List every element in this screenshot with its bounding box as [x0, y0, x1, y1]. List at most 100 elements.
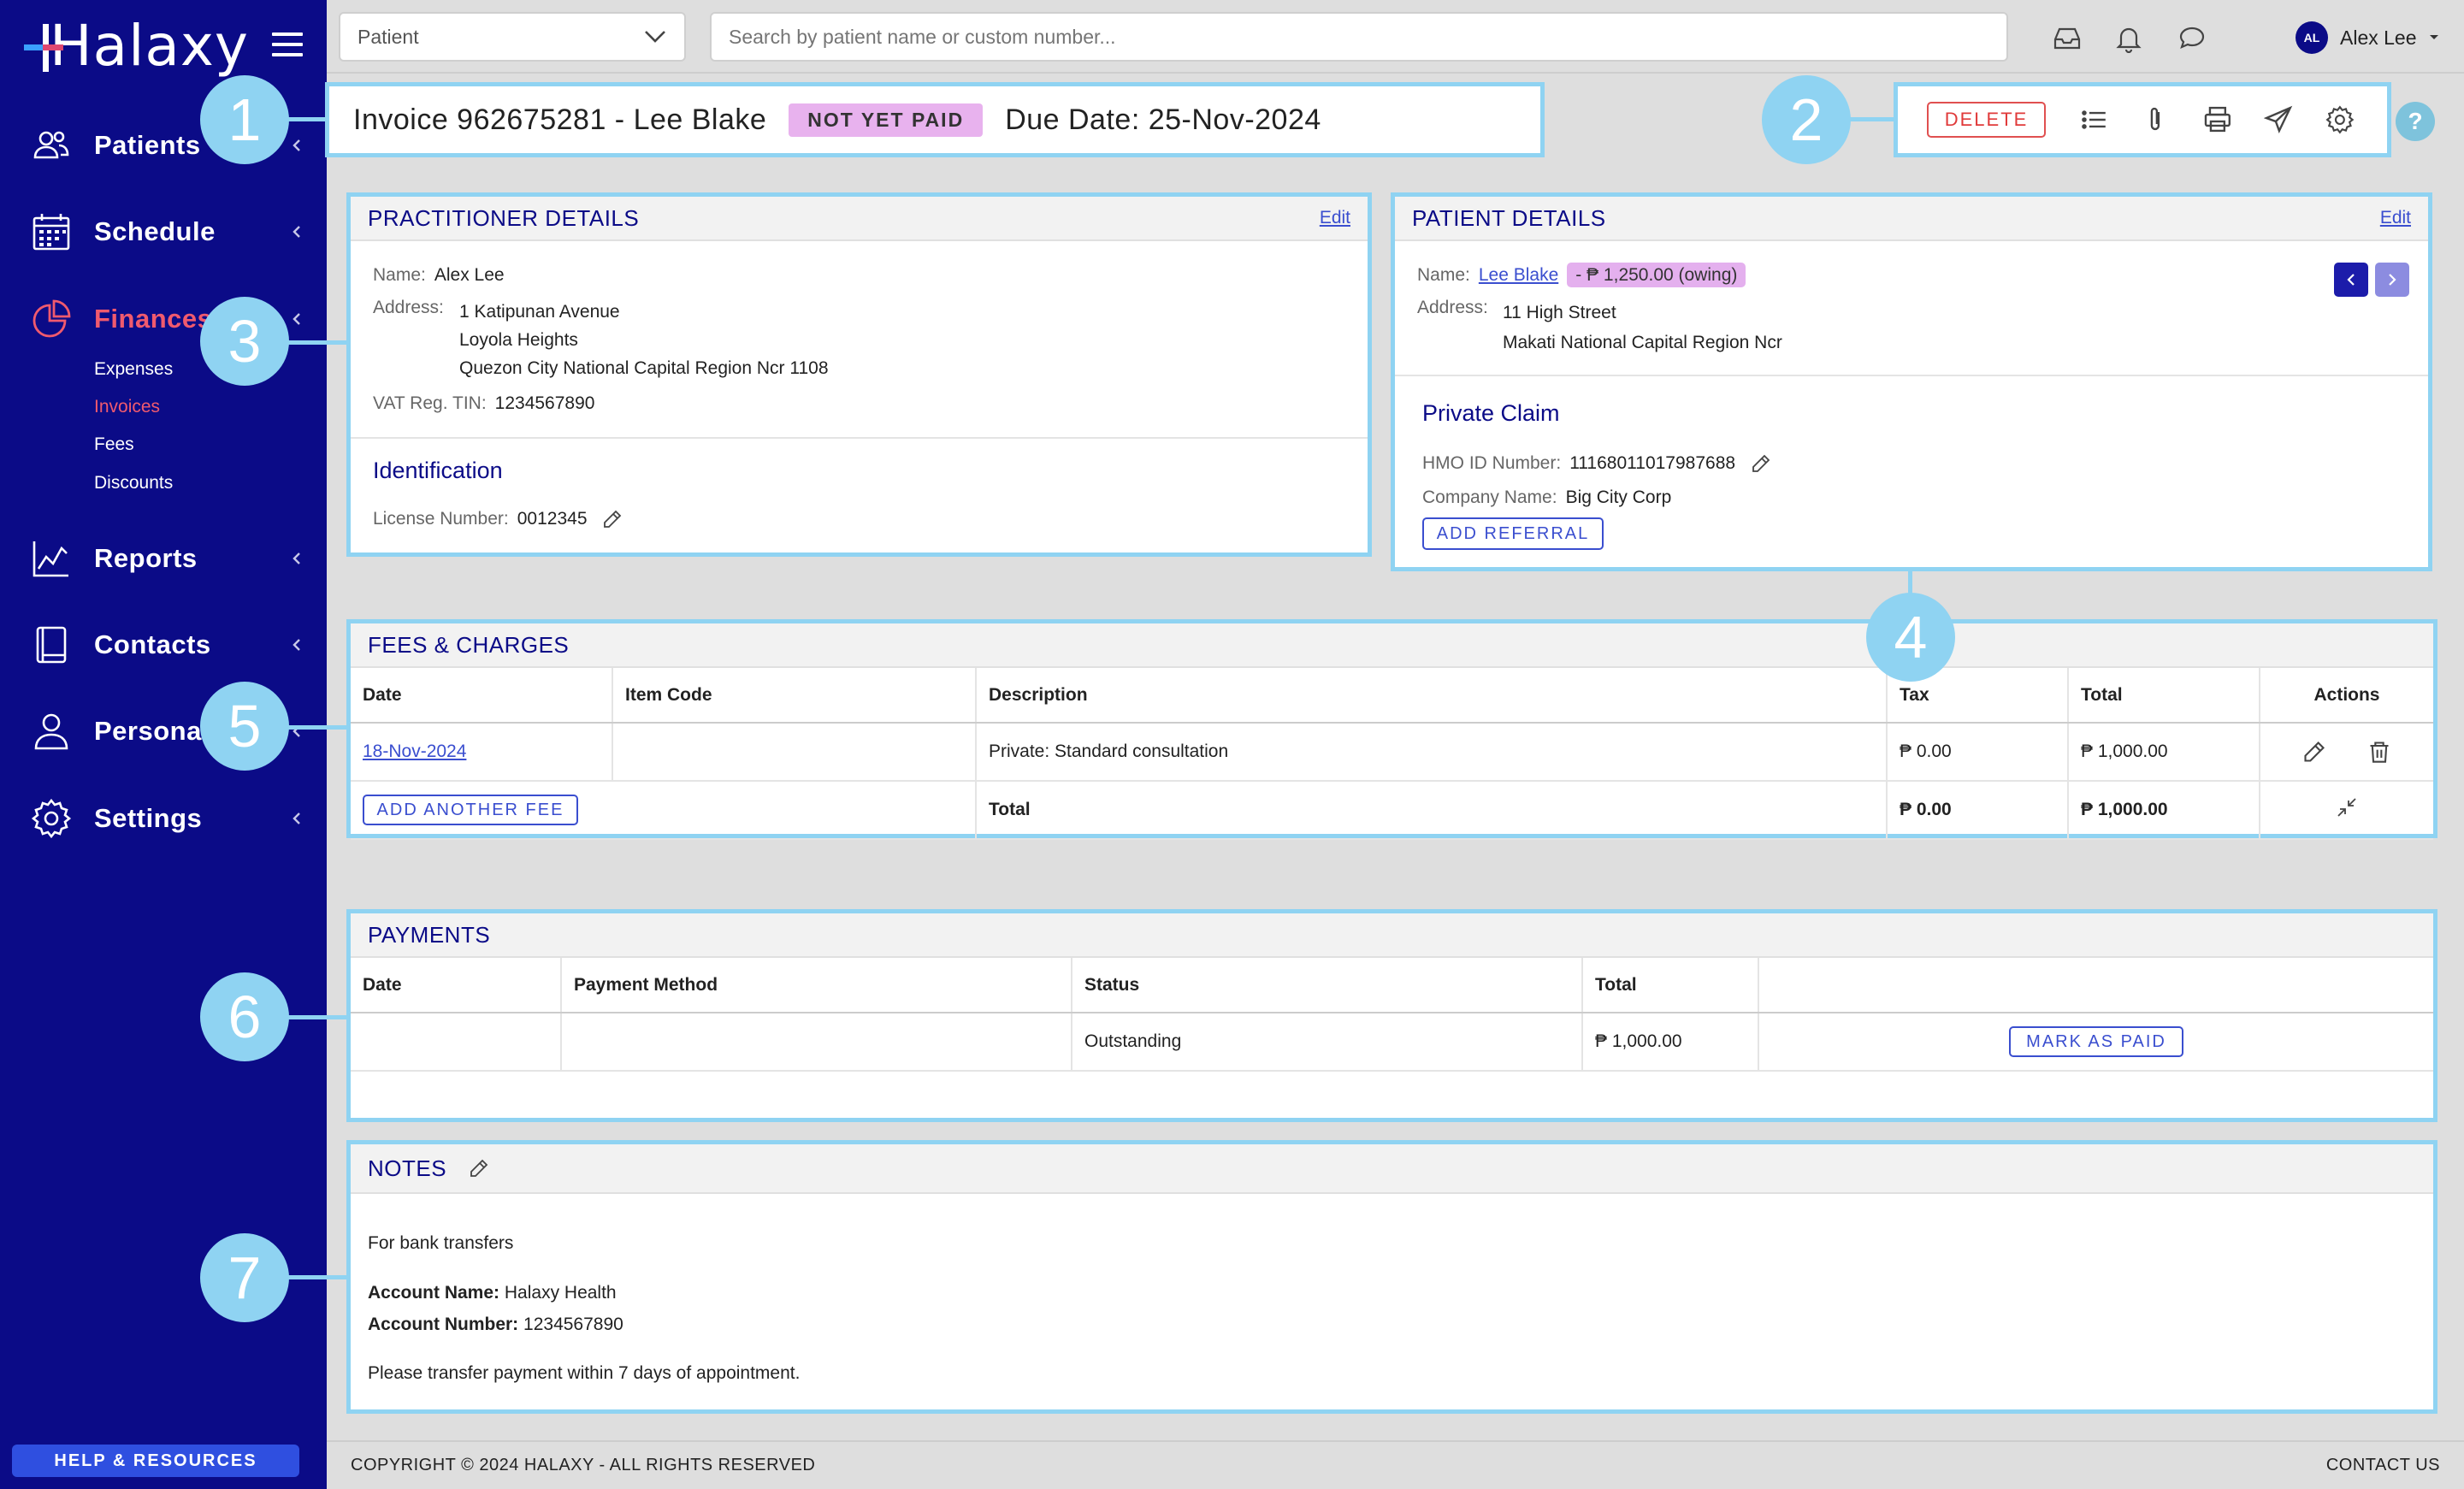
- chevron-left-icon: [292, 313, 300, 325]
- callout-7: 7: [200, 1233, 289, 1322]
- contact-us-link[interactable]: CONTACT US: [2326, 1456, 2440, 1475]
- help-resources-button[interactable]: HELP & RESOURCES: [12, 1445, 299, 1477]
- account-number: 1234567890: [523, 1315, 623, 1334]
- mark-as-paid-button[interactable]: MARK AS PAID: [2009, 1026, 2183, 1057]
- practitioner-name-row: Name: Alex Lee: [373, 265, 505, 286]
- identification-heading: Identification: [373, 458, 503, 483]
- callout-3: 3: [200, 297, 289, 386]
- total-amount: ₱ 1,000.00: [2068, 781, 2260, 840]
- vat-label: VAT Reg. TIN:: [373, 393, 487, 413]
- license-value: 0012345: [517, 509, 588, 529]
- sidebar-subitem-fees[interactable]: Fees: [94, 434, 134, 455]
- gear-icon: [31, 798, 72, 839]
- logo-mark-icon: [22, 19, 63, 74]
- practitioner-edit-link[interactable]: Edit: [1320, 208, 1350, 228]
- trash-icon[interactable]: [2367, 740, 2391, 764]
- bell-icon[interactable]: [2114, 24, 2143, 53]
- patient-address-row: Address:: [1417, 298, 1497, 318]
- private-claim-heading: Private Claim: [1422, 400, 1560, 426]
- sidebar-item-settings[interactable]: Settings: [31, 793, 304, 844]
- inbox-icon[interactable]: [2053, 24, 2082, 53]
- address-line: 11 High Street: [1503, 303, 1616, 322]
- list-icon[interactable]: [2080, 105, 2109, 134]
- company-label: Company Name:: [1422, 487, 1557, 507]
- sidebar-subitem-expenses[interactable]: Expenses: [94, 359, 173, 380]
- callout-1: 1: [200, 75, 289, 164]
- edit-pencil-icon[interactable]: [1751, 453, 1771, 474]
- patient-select-value: Patient: [357, 25, 419, 48]
- paperclip-icon[interactable]: [2142, 105, 2171, 134]
- patient-name-link[interactable]: Lee Blake: [1479, 265, 1558, 285]
- help-question-icon[interactable]: ?: [2396, 102, 2435, 141]
- patient-edit-link[interactable]: Edit: [2380, 208, 2411, 228]
- company-value: Big City Corp: [1565, 487, 1672, 507]
- address-line: Makati National Capital Region Ncr: [1503, 333, 1782, 352]
- chat-icon[interactable]: [2177, 24, 2207, 53]
- practitioner-panel: PRACTITIONER DETAILS Edit Name: Alex Lee …: [346, 192, 1372, 557]
- sidebar-subitem-invoices[interactable]: Invoices: [94, 397, 160, 417]
- search-input[interactable]: [710, 12, 2008, 62]
- add-another-fee-button[interactable]: ADD ANOTHER FEE: [363, 795, 578, 825]
- caret-down-icon: [2429, 35, 2438, 39]
- hmo-label: HMO ID Number:: [1422, 453, 1562, 473]
- notes-heading: NOTES: [368, 1155, 447, 1181]
- footer: COPYRIGHT © 2024 HALAXY - ALL RIGHTS RES…: [327, 1440, 2464, 1489]
- notes-panel: NOTES For bank transfers Account Name: H…: [346, 1140, 2437, 1414]
- fees-panel: FEES & CHARGES Date Item Code Descriptio…: [346, 619, 2437, 840]
- copyright-text: COPYRIGHT © 2024 HALAXY - ALL RIGHTS RES…: [351, 1456, 816, 1474]
- settings-gear-icon[interactable]: [2325, 105, 2355, 134]
- due-date: Due Date: 25-Nov-2024: [1005, 103, 1321, 136]
- column-header: Total: [2068, 668, 2260, 724]
- collapse-icon[interactable]: [2335, 795, 2359, 819]
- edit-pencil-icon[interactable]: [469, 1158, 489, 1179]
- table-total-row: ADD ANOTHER FEE Total ₱ 0.00 ₱ 1,000.00: [351, 781, 2433, 840]
- callout-connector: [286, 725, 349, 730]
- sidebar-item-contacts[interactable]: Contacts: [31, 619, 304, 671]
- halaxy-logo[interactable]: Halaxy: [22, 12, 249, 80]
- column-header: Total: [1582, 958, 1759, 1013]
- logo-text: Halaxy: [50, 13, 249, 79]
- edit-pencil-icon[interactable]: [602, 509, 623, 529]
- menu-toggle-icon[interactable]: [272, 32, 303, 56]
- printer-icon[interactable]: [2203, 105, 2232, 134]
- payment-method: [561, 1013, 1072, 1072]
- address-line: Loyola Heights: [459, 330, 578, 350]
- callout-connector: [286, 1015, 349, 1019]
- license-label: License Number:: [373, 509, 509, 529]
- owing-badge: - ₱ 1,250.00 (owing): [1567, 263, 1746, 287]
- sidebar-item-label: Contacts: [94, 629, 211, 659]
- patient-panel: PATIENT DETAILS Edit Name: Lee Blake - ₱ 1…: [1391, 192, 2432, 571]
- sidebar-subitem-discounts[interactable]: Discounts: [94, 473, 173, 493]
- address-label: Address:: [1417, 298, 1488, 317]
- fee-date-link[interactable]: 18-Nov-2024: [363, 742, 466, 761]
- company-row: Company Name: Big City Corp: [1422, 487, 1671, 508]
- edit-pencil-icon[interactable]: [2302, 740, 2326, 764]
- top-bar: Patient AL Alex Lee: [327, 0, 2464, 74]
- column-header: Payment Method: [561, 958, 1072, 1013]
- delete-button[interactable]: DELETE: [1927, 102, 2047, 138]
- avatar: AL: [2296, 21, 2328, 54]
- account-name-label: Account Name:: [368, 1283, 500, 1303]
- patient-heading: PATIENT DETAILS: [1412, 204, 1606, 231]
- status-badge: NOT YET PAID: [789, 103, 984, 137]
- column-header: Date: [351, 668, 613, 724]
- sidebar-item-reports[interactable]: Reports: [31, 533, 304, 584]
- chevron-left-icon: [2347, 274, 2355, 286]
- callout-connector: [286, 1275, 349, 1279]
- sidebar-item-schedule[interactable]: Schedule: [31, 206, 304, 257]
- practitioner-name: Alex Lee: [434, 265, 505, 285]
- fee-description: Private: Standard consultation: [976, 723, 1888, 782]
- hmo-value: 11168011017987688: [1569, 453, 1736, 473]
- license-row: License Number: 0012345: [373, 509, 623, 529]
- add-referral-button[interactable]: ADD REFERRAL: [1422, 517, 1604, 550]
- payments-panel: PAYMENTS Date Payment Method Status Tota…: [346, 909, 2437, 1122]
- send-icon[interactable]: [2264, 105, 2293, 134]
- previous-patient-button[interactable]: [2334, 263, 2368, 297]
- invoice-title: Invoice 962675281 - Lee Blake: [353, 103, 767, 136]
- hmo-row: HMO ID Number: 11168011017987688: [1422, 453, 1771, 474]
- line-chart-icon: [32, 541, 68, 577]
- next-patient-button[interactable]: [2375, 263, 2409, 297]
- user-menu[interactable]: AL Alex Lee: [2296, 21, 2439, 55]
- patient-name-row: Name: Lee Blake - ₱ 1,250.00 (owing): [1417, 263, 1746, 287]
- patient-type-select[interactable]: Patient: [339, 12, 686, 62]
